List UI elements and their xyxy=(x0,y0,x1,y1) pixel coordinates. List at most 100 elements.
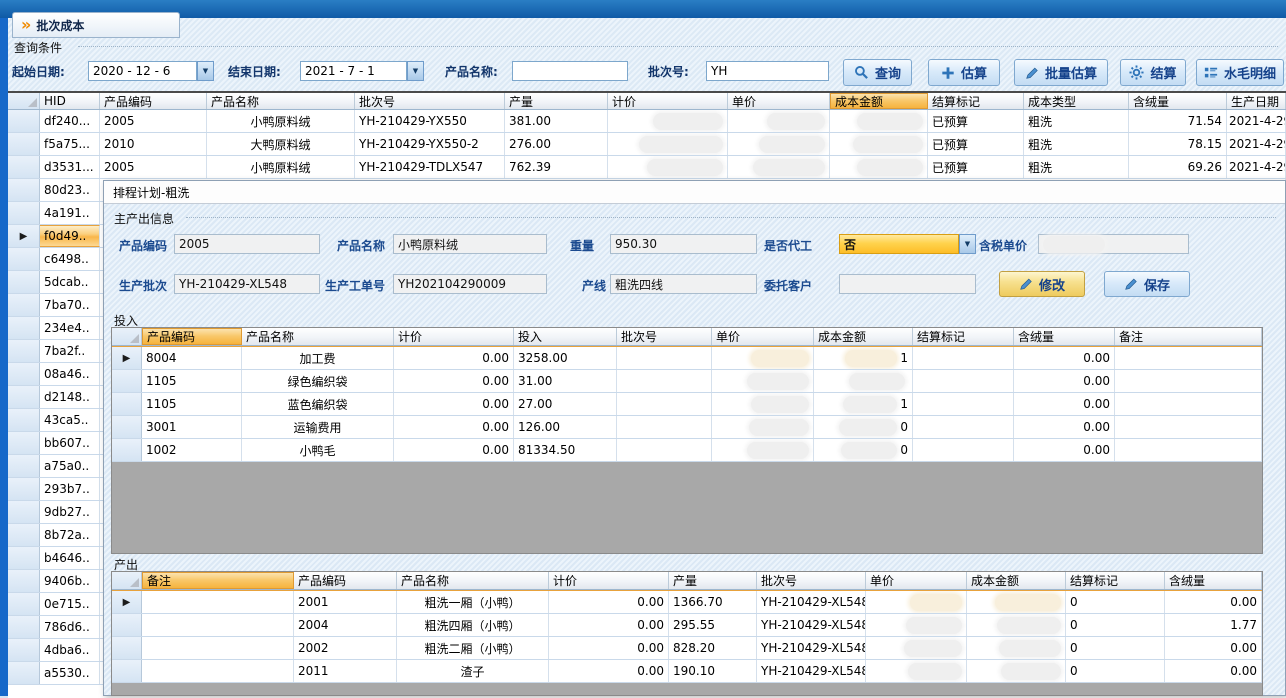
row-selector[interactable]: ▶ xyxy=(8,225,40,247)
product-name-field[interactable]: 小鸭原料绒 xyxy=(393,234,547,254)
column-header-down-content[interactable]: 含绒量 xyxy=(1014,328,1115,345)
modify-button[interactable]: 修改 xyxy=(999,271,1085,297)
column-header-product-name[interactable]: 产品名称 xyxy=(207,93,355,109)
column-header-settle-flag[interactable]: 结算标记 xyxy=(928,93,1024,109)
row-selector[interactable] xyxy=(8,639,40,661)
column-header-down-content[interactable]: 含绒量 xyxy=(1165,572,1262,589)
row-selector[interactable] xyxy=(8,363,40,385)
row-selector[interactable] xyxy=(8,547,40,569)
row-selector[interactable] xyxy=(8,616,40,638)
row-selector[interactable] xyxy=(8,501,40,523)
settle-button[interactable]: 结算 xyxy=(1120,59,1186,86)
column-header-product-name[interactable]: 产品名称 xyxy=(242,328,394,345)
is-outsourced-select[interactable]: 否 xyxy=(839,234,959,254)
column-header-cost-amount[interactable]: 成本金额 xyxy=(830,93,928,109)
row-selector[interactable] xyxy=(8,455,40,477)
row-selector[interactable] xyxy=(8,524,40,546)
column-header-unit-price[interactable]: 单价 xyxy=(866,572,967,589)
column-header-down-content[interactable]: 含绒量 xyxy=(1129,93,1227,109)
row-selector[interactable] xyxy=(8,570,40,592)
table-row[interactable]: df240... 2005 小鸭原料绒 YH-210429-YX550 381.… xyxy=(8,110,1286,133)
column-header-pricing[interactable]: 计价 xyxy=(394,328,514,345)
column-header-cost-amount[interactable]: 成本金额 xyxy=(814,328,913,345)
tab-batch-cost[interactable]: » 批次成本 xyxy=(12,12,180,38)
batch-no-input[interactable]: YH xyxy=(706,61,829,81)
row-selector[interactable] xyxy=(112,660,142,682)
start-date-dropdown-button[interactable]: ▼ xyxy=(197,61,214,81)
end-date-dropdown-button[interactable]: ▼ xyxy=(407,61,424,81)
client-field[interactable] xyxy=(839,274,976,294)
column-header-product-code[interactable]: 产品编码 xyxy=(142,328,242,345)
row-selector[interactable] xyxy=(112,637,142,659)
column-header-cost-amount[interactable]: 成本金额 xyxy=(967,572,1066,589)
column-header-note[interactable]: 备注 xyxy=(1115,328,1262,345)
table-row[interactable]: 2011 渣子 0.00 190.10 YH-210429-XL548 0 0.… xyxy=(112,660,1262,683)
row-selector[interactable] xyxy=(8,386,40,408)
row-selector[interactable] xyxy=(8,317,40,339)
column-header-batch-no[interactable]: 批次号 xyxy=(757,572,866,589)
row-selector[interactable] xyxy=(8,271,40,293)
column-header-note[interactable]: 备注 xyxy=(142,572,294,589)
column-header-pricing[interactable]: 计价 xyxy=(549,572,669,589)
row-selector[interactable] xyxy=(8,340,40,362)
column-header-unit-price[interactable]: 单价 xyxy=(728,93,830,109)
row-selector[interactable] xyxy=(112,416,142,438)
product-code-field[interactable]: 2005 xyxy=(174,234,320,254)
column-header-unit-price[interactable]: 单价 xyxy=(712,328,814,345)
table-row[interactable]: d3531... 2005 小鸭原料绒 YH-210429-TDLX547 76… xyxy=(8,156,1286,179)
row-selector[interactable] xyxy=(8,248,40,270)
select-all-corner[interactable] xyxy=(8,93,40,109)
table-row[interactable]: 3001 运输费用 0.00 126.00 0 0.00 xyxy=(112,416,1262,439)
row-selector[interactable] xyxy=(8,662,40,684)
tax-unit-price-field[interactable] xyxy=(1038,234,1189,254)
column-header-batch-no[interactable]: 批次号 xyxy=(617,328,712,345)
column-header-product-name[interactable]: 产品名称 xyxy=(397,572,549,589)
row-selector[interactable] xyxy=(8,294,40,316)
table-row[interactable]: f5a75... 2010 大鸭原料绒 YH-210429-YX550-2 27… xyxy=(8,133,1286,156)
row-selector[interactable]: ▶ xyxy=(112,347,142,369)
production-line-field[interactable]: 粗洗四线 xyxy=(610,274,757,294)
row-selector[interactable] xyxy=(8,133,40,155)
row-selector[interactable] xyxy=(112,393,142,415)
column-header-settle-flag[interactable]: 结算标记 xyxy=(913,328,1014,345)
table-row[interactable]: ▶ 2001 粗洗一厢（小鸭） 0.00 1366.70 YH-210429-X… xyxy=(112,590,1262,614)
row-selector[interactable] xyxy=(112,439,142,461)
search-button[interactable]: 查询 xyxy=(843,59,912,86)
is-outsourced-dropdown-button[interactable]: ▼ xyxy=(959,234,976,254)
work-order-no-field[interactable]: YH202104290009 xyxy=(393,274,547,294)
table-row[interactable]: 1105 蓝色编织袋 0.00 27.00 1 0.00 xyxy=(112,393,1262,416)
select-all-corner[interactable] xyxy=(112,572,142,589)
row-selector[interactable] xyxy=(8,409,40,431)
column-header-quantity[interactable]: 产量 xyxy=(669,572,757,589)
row-selector[interactable] xyxy=(8,202,40,224)
start-date-input[interactable]: 2020 - 12 - 6 xyxy=(88,61,197,81)
end-date-input[interactable]: 2021 - 7 - 1 xyxy=(300,61,407,81)
row-selector[interactable] xyxy=(112,614,142,636)
table-row[interactable]: 1002 小鸭毛 0.00 81334.50 0 0.00 xyxy=(112,439,1262,462)
product-name-input[interactable] xyxy=(512,61,628,81)
table-row[interactable]: 2002 粗洗二厢（小鸭） 0.00 828.20 YH-210429-XL54… xyxy=(112,637,1262,660)
column-header-cost-type[interactable]: 成本类型 xyxy=(1024,93,1129,109)
row-selector[interactable]: ▶ xyxy=(112,591,142,613)
row-selector[interactable] xyxy=(8,593,40,615)
column-header-product-code[interactable]: 产品编码 xyxy=(100,93,207,109)
column-header-input[interactable]: 投入 xyxy=(514,328,617,345)
column-header-production-date[interactable]: 生产日期 xyxy=(1227,93,1286,109)
row-selector[interactable] xyxy=(8,432,40,454)
estimate-button[interactable]: 估算 xyxy=(928,59,1000,86)
table-row[interactable]: 1105 绿色编织袋 0.00 31.00 0.00 xyxy=(112,370,1262,393)
column-header-quantity[interactable]: 产量 xyxy=(505,93,608,109)
row-selector[interactable] xyxy=(8,478,40,500)
weight-field[interactable]: 950.30 xyxy=(610,234,757,254)
column-header-settle-flag[interactable]: 结算标记 xyxy=(1066,572,1165,589)
select-all-corner[interactable] xyxy=(112,328,142,345)
save-button[interactable]: 保存 xyxy=(1104,271,1190,297)
column-header-hid[interactable]: HID xyxy=(40,93,100,109)
row-selector[interactable] xyxy=(8,110,40,132)
production-batch-field[interactable]: YH-210429-XL548 xyxy=(174,274,320,294)
row-selector[interactable] xyxy=(112,370,142,392)
column-header-product-code[interactable]: 产品编码 xyxy=(294,572,397,589)
column-header-batch-no[interactable]: 批次号 xyxy=(355,93,505,109)
column-header-pricing[interactable]: 计价 xyxy=(608,93,728,109)
batch-estimate-button[interactable]: 批量估算 xyxy=(1014,59,1108,86)
